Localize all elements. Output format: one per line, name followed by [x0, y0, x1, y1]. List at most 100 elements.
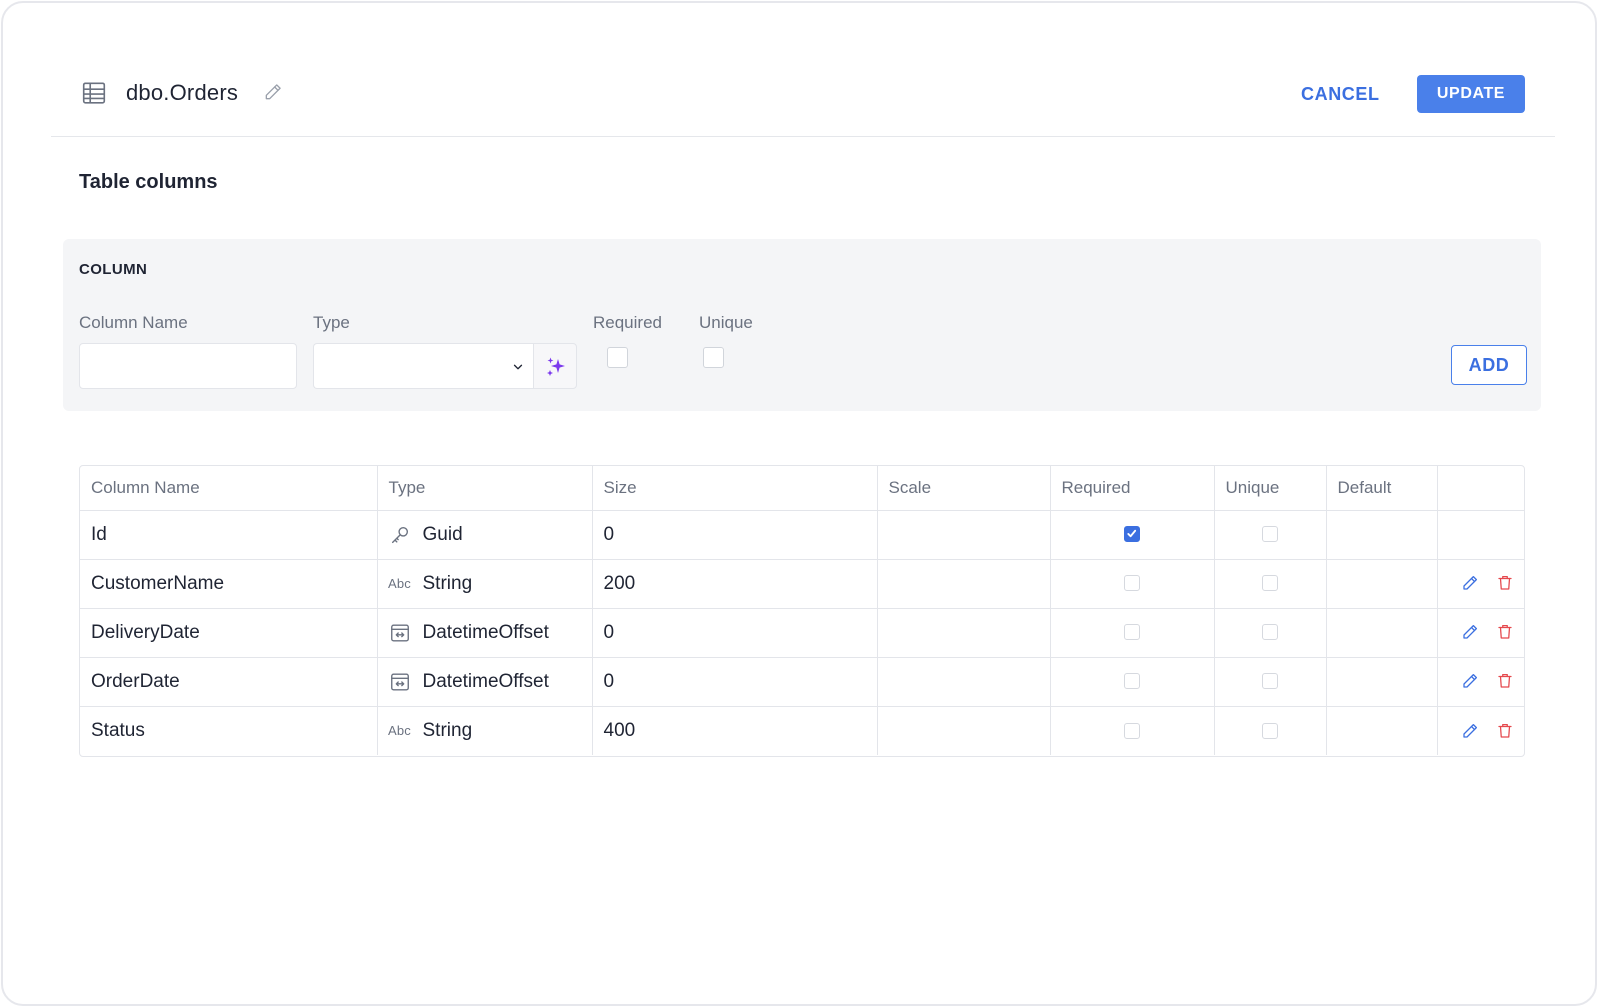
- add-column-button[interactable]: ADD: [1451, 345, 1527, 385]
- type-label: String: [422, 572, 473, 594]
- abc-icon: Abc: [388, 576, 412, 591]
- cell-scale: [877, 559, 1051, 609]
- header-size: Size: [592, 466, 878, 511]
- table-row: Id Guid 0: [80, 510, 1524, 560]
- table-row: OrderDate DatetimeOffset 0: [80, 657, 1524, 707]
- type-cell: Abc String: [388, 572, 581, 595]
- cell-unique: [1214, 608, 1327, 658]
- cell-actions: [1437, 608, 1524, 658]
- header-type: Type: [377, 466, 593, 511]
- cancel-button[interactable]: CANCEL: [1289, 75, 1392, 113]
- cell-default: [1326, 706, 1438, 755]
- cell-type: Guid: [377, 510, 593, 560]
- trash-icon[interactable]: [1496, 623, 1514, 641]
- header-actions: [1437, 466, 1524, 511]
- calendar-icon: [389, 622, 411, 644]
- unique-checkbox[interactable]: [703, 347, 724, 368]
- trash-icon[interactable]: [1496, 574, 1514, 592]
- unique-checkbox[interactable]: [1262, 526, 1278, 543]
- sparkle-icon: [547, 357, 565, 376]
- unique-label: Unique: [699, 313, 753, 332]
- calendar-icon: [389, 671, 411, 693]
- type-cell: DatetimeOffset: [389, 671, 581, 693]
- cell-size: 0: [592, 657, 878, 707]
- cell-default: [1326, 608, 1438, 658]
- unique-checkbox[interactable]: [1262, 575, 1278, 592]
- type-label: String: [422, 719, 473, 741]
- cell-actions: [1437, 657, 1524, 707]
- header-scale: Scale: [877, 466, 1051, 511]
- add-column-panel: COLUMN Column Name Type Required Unique …: [63, 239, 1541, 411]
- table-title: dbo.Orders: [126, 80, 239, 105]
- header-default: Default: [1326, 466, 1438, 511]
- cell-type: Abc String: [377, 559, 593, 609]
- column-name-label: Column Name: [79, 313, 188, 332]
- header-unique: Unique: [1214, 466, 1327, 511]
- required-checkbox[interactable]: [1124, 673, 1140, 690]
- cell-required: [1050, 657, 1215, 707]
- type-cell: DatetimeOffset: [389, 622, 581, 644]
- trash-icon[interactable]: [1496, 722, 1514, 740]
- type-label: Type: [313, 313, 350, 332]
- edit-icon[interactable]: [1461, 574, 1479, 592]
- unique-checkbox[interactable]: [1262, 722, 1278, 739]
- pencil-icon[interactable]: [263, 82, 283, 102]
- cell-scale: [877, 657, 1051, 707]
- edit-icon[interactable]: [1461, 623, 1479, 641]
- cell-actions: [1437, 559, 1524, 609]
- cell-actions: [1437, 510, 1524, 560]
- cell-size: 0: [592, 608, 878, 658]
- unique-checkbox[interactable]: [1262, 673, 1278, 690]
- cell-column-name: OrderDate: [80, 657, 378, 707]
- cell-scale: [877, 608, 1051, 658]
- columns-table: Column Name Type Size Scale Required Uni…: [79, 465, 1525, 757]
- header: dbo.Orders CANCEL UPDATE: [51, 49, 1555, 137]
- table-row: Status Abc String 400: [80, 706, 1524, 755]
- ai-suggest-button[interactable]: [533, 343, 577, 389]
- trash-icon[interactable]: [1496, 672, 1514, 690]
- key-icon: [389, 524, 411, 546]
- cell-unique: [1214, 559, 1327, 609]
- cell-column-name: Id: [80, 510, 378, 560]
- cell-unique: [1214, 510, 1327, 560]
- type-label: DatetimeOffset: [422, 670, 549, 692]
- cell-default: [1326, 657, 1438, 707]
- required-checkbox[interactable]: [607, 347, 628, 368]
- chevron-down-icon: [513, 364, 523, 370]
- cell-scale: [877, 510, 1051, 560]
- required-checkbox[interactable]: [1124, 624, 1140, 641]
- required-checkbox[interactable]: [1124, 575, 1140, 592]
- cell-type: DatetimeOffset: [377, 657, 593, 707]
- cell-size: 0: [592, 510, 878, 560]
- required-checkbox[interactable]: [1124, 722, 1140, 739]
- window-frame: dbo.Orders CANCEL UPDATE Table columns C…: [1, 1, 1597, 1006]
- required-checkbox-checked[interactable]: [1124, 526, 1140, 543]
- cell-actions: [1437, 706, 1524, 755]
- cell-size: 200: [592, 559, 878, 609]
- table-row: CustomerName Abc String 200: [80, 559, 1524, 609]
- table-header-row: Column Name Type Size Scale Required Uni…: [80, 466, 1524, 511]
- edit-icon[interactable]: [1461, 672, 1479, 690]
- table-row: DeliveryDate DatetimeOffset 0: [80, 608, 1524, 658]
- cell-column-name: CustomerName: [80, 559, 378, 609]
- cell-required: [1050, 608, 1215, 658]
- cell-required: [1050, 510, 1215, 560]
- edit-icon[interactable]: [1461, 722, 1479, 740]
- header-required: Required: [1050, 466, 1215, 511]
- type-cell: Guid: [389, 524, 581, 546]
- cell-required: [1050, 559, 1215, 609]
- unique-checkbox[interactable]: [1262, 624, 1278, 641]
- type-select[interactable]: [313, 343, 533, 389]
- type-cell: Abc String: [388, 719, 581, 742]
- column-name-input[interactable]: [79, 343, 297, 389]
- abc-icon: Abc: [388, 723, 412, 739]
- header-column-name: Column Name: [80, 466, 378, 511]
- cell-column-name: Status: [80, 706, 378, 755]
- update-button[interactable]: UPDATE: [1417, 75, 1525, 113]
- section-title: Table columns: [79, 171, 218, 193]
- type-label: Guid: [422, 523, 463, 545]
- cell-required: [1050, 706, 1215, 755]
- cell-scale: [877, 706, 1051, 755]
- panel-title: COLUMN: [79, 261, 148, 278]
- table-icon: [82, 82, 106, 104]
